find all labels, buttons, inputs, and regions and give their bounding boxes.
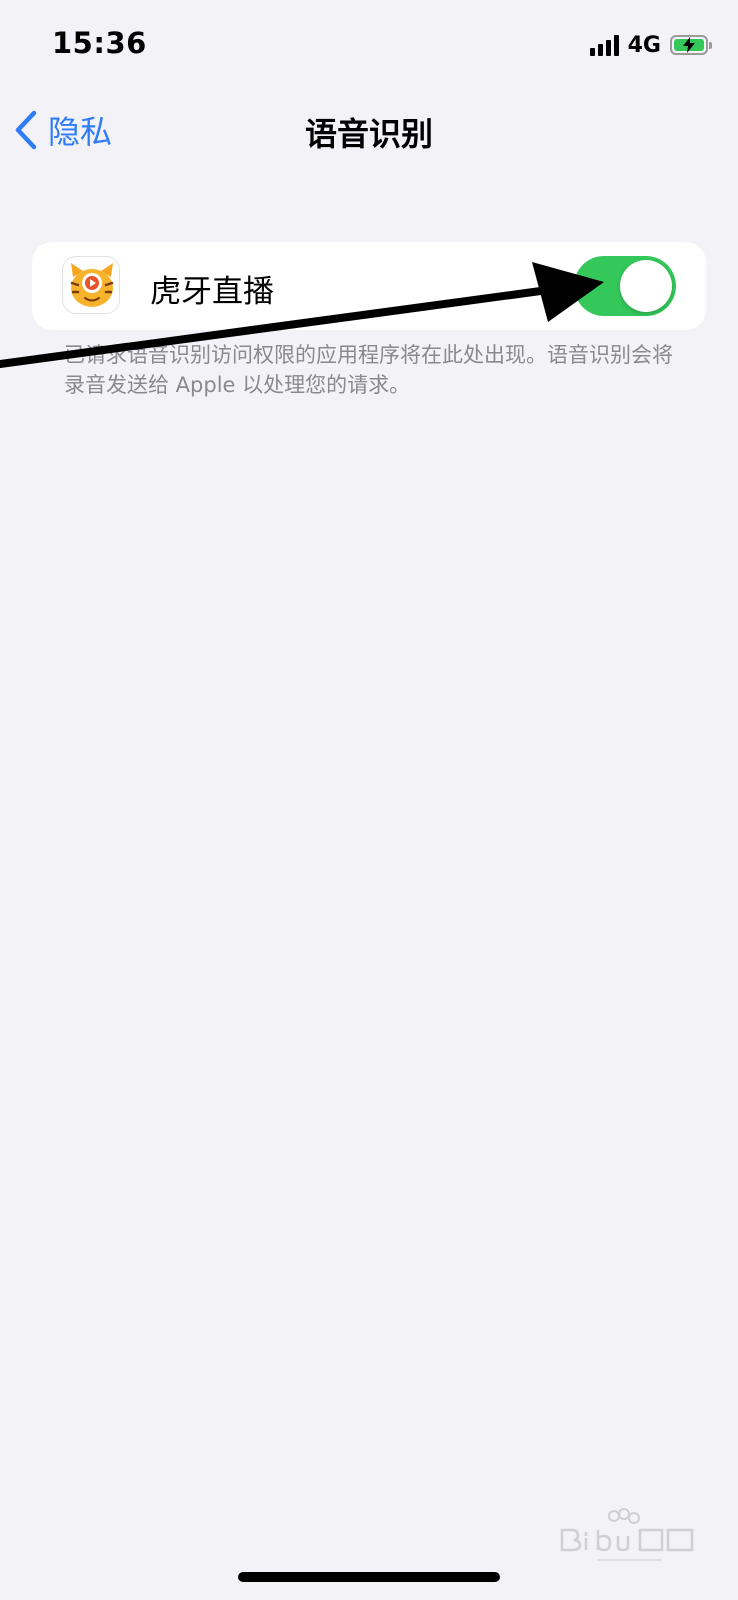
bolt-icon bbox=[683, 37, 695, 53]
navigation-bar: 隐私 语音识别 bbox=[0, 95, 738, 165]
network-type: 4G bbox=[627, 32, 661, 58]
page-title: 语音识别 bbox=[304, 115, 433, 153]
home-indicator[interactable] bbox=[238, 1572, 500, 1582]
baidu-jingyan-watermark bbox=[560, 1508, 694, 1561]
status-bar: 15:36 4G bbox=[0, 0, 738, 90]
app-name: 虎牙直播 bbox=[150, 274, 274, 310]
status-indicators: 4G bbox=[589, 32, 712, 58]
battery-charging-icon bbox=[670, 35, 712, 55]
speech-recognition-toggle[interactable] bbox=[574, 256, 676, 316]
app-list: 虎牙直播 bbox=[32, 242, 706, 330]
toggle-knob bbox=[620, 260, 672, 312]
cellular-signal-icon bbox=[589, 34, 619, 56]
footer-description: 已请求语音识别访问权限的应用程序将在此处出现。语音识别会将录音发送给 Apple… bbox=[64, 343, 673, 397]
status-time: 15:36 bbox=[52, 26, 147, 60]
huya-tiger-icon bbox=[62, 256, 120, 314]
